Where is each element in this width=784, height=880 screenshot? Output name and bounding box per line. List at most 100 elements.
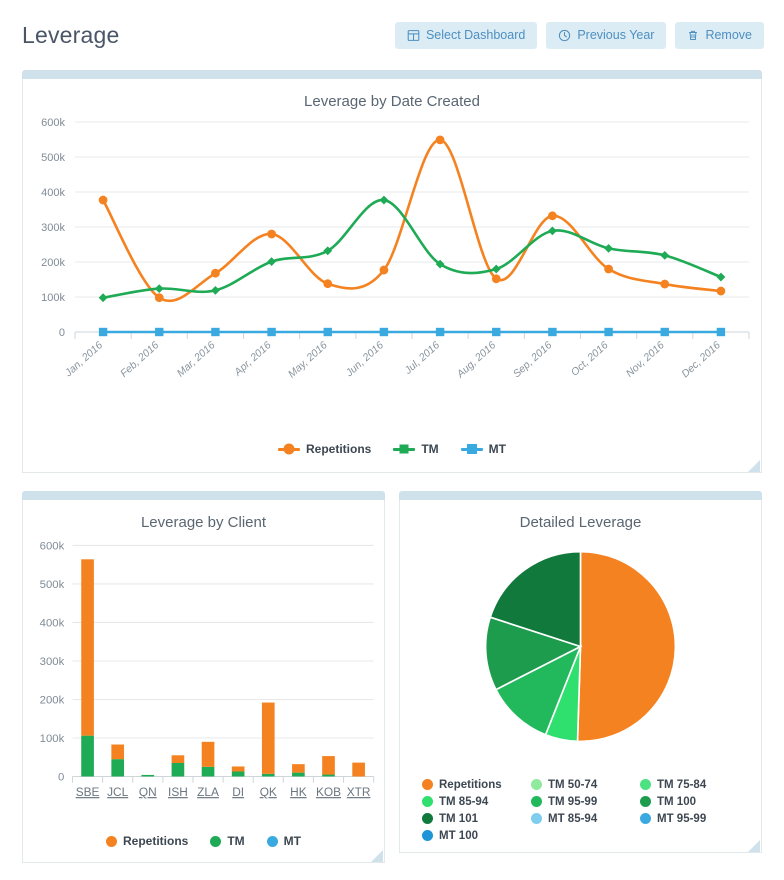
bottom-panels-row: Leverage by Client 0 100k 200k 300k 400k 500k…: [22, 491, 762, 864]
pie-legend-item-tm-75-84[interactable]: TM 75-84: [640, 779, 743, 791]
resize-handle-line[interactable]: [748, 459, 760, 472]
line-legend-item-mt[interactable]: MT: [460, 442, 506, 456]
svg-text:0: 0: [58, 772, 64, 784]
svg-text:200k: 200k: [40, 695, 65, 707]
pie-legend-item-mt-85-94[interactable]: MT 85-94: [531, 813, 634, 825]
pie-legend-label: TM 50-74: [548, 778, 598, 791]
detailed-leverage-panel: Detailed Leverage Repetitions TM 50-74 TM …: [399, 491, 762, 863]
legend-dot-icon: [422, 796, 433, 808]
bar-chart-title: Leverage by Client: [140, 514, 267, 531]
line-chart[interactable]: 0 100k 200k 300k 400k 500k 600k Jan, 2016 Feb, 2…: [23, 110, 761, 440]
remove-label: Remove: [705, 27, 752, 42]
svg-text:100k: 100k: [41, 292, 65, 304]
bar-chart-legend: Repetitions TM MT: [23, 830, 384, 862]
svg-text:SBE: SBE: [76, 785, 100, 799]
panel-body-line: Leverage by Date Created 0 100k 200k 300k 40…: [22, 79, 762, 473]
pie-legend-item-tm-100[interactable]: TM 100: [640, 796, 743, 808]
select-dashboard-label: Select Dashboard: [425, 27, 526, 42]
remove-button[interactable]: Remove: [675, 21, 764, 49]
line-legend-item-repetitions[interactable]: Repetitions: [278, 442, 371, 456]
page-header: Leverage Select Dashboard Previous Year: [0, 0, 784, 70]
legend-dot-icon: [531, 796, 542, 808]
svg-text:300k: 300k: [40, 656, 65, 668]
page-title: Leverage: [22, 21, 120, 48]
pie-legend-label: TM 85-94: [439, 795, 489, 808]
svg-text:ISH: ISH: [168, 785, 188, 799]
line-legend-item-tm[interactable]: TM: [393, 442, 439, 456]
leverage-by-date-panel: Leverage by Date Created 0 100k 200k 300k 40…: [22, 70, 762, 473]
svg-text:300k: 300k: [41, 222, 65, 234]
line-chart-legend: Repetitions TM MT: [23, 440, 761, 472]
panel-drag-bar-line[interactable]: [22, 70, 762, 79]
pie-legend-label: Repetitions: [439, 778, 502, 791]
legend-dot-icon: [266, 835, 278, 847]
bar-legend-label: Repetitions: [123, 834, 189, 849]
svg-text:Mar, 2016: Mar, 2016: [175, 339, 218, 379]
svg-text:Sep, 2016: Sep, 2016: [511, 339, 555, 380]
legend-dot-icon: [640, 796, 651, 808]
diamond-marker-icon: [393, 444, 416, 454]
line-chart-title: Leverage by Date Created: [304, 93, 480, 110]
header-actions: Select Dashboard Previous Year Remove: [394, 21, 764, 49]
panel-body-bar: Leverage by Client 0 100k 200k 300k 400k 500k…: [22, 500, 385, 864]
pie-chart-title: Detailed Leverage: [519, 514, 642, 531]
svg-text:DI: DI: [232, 785, 244, 799]
pie-legend-item-tm-50-74[interactable]: TM 50-74: [531, 779, 634, 791]
pie-legend-label: TM 100: [657, 795, 696, 808]
pie-legend-item-mt-95-99[interactable]: MT 95-99: [640, 813, 743, 825]
legend-dot-icon: [640, 779, 651, 791]
pie-legend-item-tm-95-99[interactable]: TM 95-99: [531, 796, 634, 808]
svg-text:100k: 100k: [40, 733, 65, 745]
panel-body-pie: Detailed Leverage Repetitions TM 50-74 TM …: [399, 500, 762, 853]
bar-legend-label: TM: [227, 834, 245, 849]
legend-dot-icon: [531, 779, 542, 791]
line-legend-label: TM: [421, 442, 439, 456]
svg-text:Oct, 2016: Oct, 2016: [569, 339, 611, 378]
legend-dot-icon: [106, 835, 117, 847]
pie-chart[interactable]: [400, 531, 761, 779]
svg-text:Jul, 2016: Jul, 2016: [402, 339, 443, 377]
svg-text:ZLA: ZLA: [197, 785, 219, 799]
pie-legend-label: MT 95-99: [657, 812, 707, 825]
clock-icon: [558, 29, 571, 42]
svg-text:500k: 500k: [41, 152, 65, 164]
bar-legend-item-tm[interactable]: TM: [210, 834, 245, 849]
resize-handle-pie[interactable]: [748, 839, 760, 852]
dashboard-icon: [407, 29, 420, 42]
bar-legend-item-mt[interactable]: MT: [266, 834, 301, 849]
pie-legend-item-mt-100[interactable]: MT 100: [422, 830, 525, 842]
bar-legend-label: MT: [283, 834, 301, 849]
select-dashboard-button[interactable]: Select Dashboard: [394, 21, 538, 49]
panel-drag-bar-pie[interactable]: [399, 491, 762, 500]
svg-text:Jun, 2016: Jun, 2016: [343, 339, 386, 380]
trash-icon: [687, 29, 699, 42]
bar-chart[interactable]: 0 100k 200k 300k 400k 500k 600k SBE JCL QN ISH ZLA D…: [23, 531, 384, 830]
svg-text:400k: 400k: [40, 618, 65, 630]
pie-legend-item-repetitions[interactable]: Repetitions: [422, 779, 525, 791]
svg-text:Dec, 2016: Dec, 2016: [679, 339, 723, 380]
pie-legend-label: TM 95-99: [548, 795, 598, 808]
svg-text:KOB: KOB: [316, 785, 341, 799]
pie-legend-label: MT 100: [439, 829, 478, 842]
legend-dot-icon: [210, 835, 222, 847]
resize-handle-bar[interactable]: [371, 849, 383, 863]
pie-legend-label: TM 75-84: [657, 778, 707, 791]
pie-legend-item-tm-85-94[interactable]: TM 85-94: [422, 796, 525, 808]
svg-text:0: 0: [59, 327, 65, 339]
svg-text:JCL: JCL: [107, 785, 128, 799]
previous-year-button[interactable]: Previous Year: [546, 21, 667, 49]
svg-text:XTR: XTR: [347, 785, 371, 799]
svg-text:500k: 500k: [40, 579, 65, 591]
panel-drag-bar-bar[interactable]: [22, 491, 385, 500]
bar-legend-item-repetitions[interactable]: Repetitions: [106, 834, 188, 848]
svg-text:600k: 600k: [41, 117, 65, 129]
pie-chart-legend: Repetitions TM 50-74 TM 75-84 TM 85-94 TM 95…: [400, 779, 761, 852]
pie-legend-label: TM 101: [439, 812, 478, 825]
svg-text:Jan, 2016: Jan, 2016: [62, 339, 105, 380]
svg-text:HK: HK: [290, 785, 307, 799]
svg-text:Aug, 2016: Aug, 2016: [454, 339, 498, 381]
pie-legend-item-tm-101[interactable]: TM 101: [422, 813, 525, 825]
svg-text:400k: 400k: [41, 187, 65, 199]
legend-dot-icon: [531, 813, 542, 825]
legend-dot-icon: [422, 779, 433, 791]
